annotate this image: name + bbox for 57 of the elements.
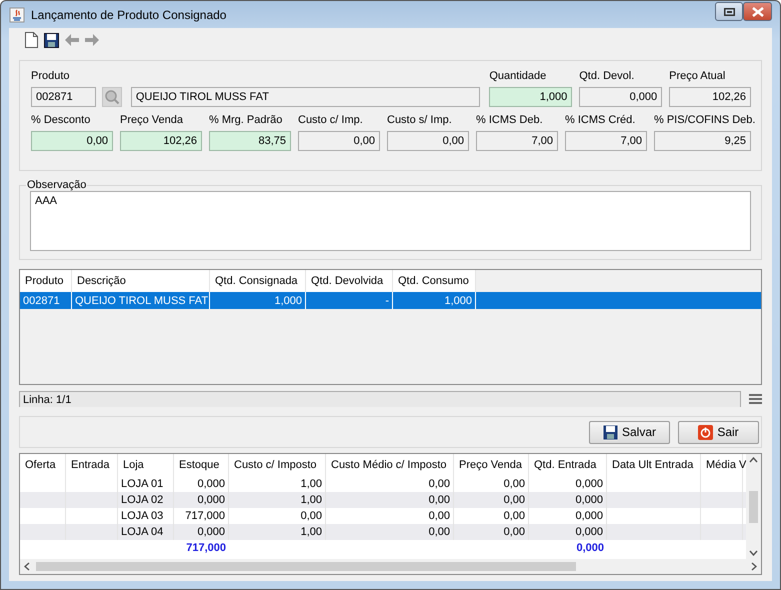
close-button[interactable] xyxy=(743,2,772,21)
vertical-scrollbar[interactable] xyxy=(746,454,761,559)
total-cell-text: 717,000 xyxy=(185,541,227,556)
number-field[interactable]: 7,00 xyxy=(476,131,558,151)
app-icon xyxy=(9,6,25,22)
restore-button[interactable] xyxy=(715,2,743,21)
number-field[interactable]: 1,000 xyxy=(489,87,572,107)
save-button[interactable]: Salvar xyxy=(589,420,670,444)
product-code-field[interactable]: 002871 xyxy=(31,87,96,107)
close-icon xyxy=(752,6,764,16)
column-header[interactable]: Descrição xyxy=(72,270,210,292)
scrollbar-thumb[interactable] xyxy=(36,562,576,571)
field-label: % Mrg. Padrão xyxy=(209,113,284,127)
save-icon xyxy=(602,424,618,440)
field-label: Preço Venda xyxy=(120,113,184,127)
number-field[interactable]: 0,00 xyxy=(31,131,113,151)
table-row[interactable]: 002871 QUEIJO TIROL MUSS FAT 1,000 - 1,000 xyxy=(20,292,761,309)
save-icon[interactable] xyxy=(44,32,59,48)
field-label: Produto xyxy=(31,69,71,83)
total-cell-text: 0,000 xyxy=(575,541,605,556)
field-label: Quantidade xyxy=(489,69,548,83)
number-field[interactable]: 7,00 xyxy=(565,131,647,151)
power-icon xyxy=(698,424,714,440)
column-header[interactable]: Qtd. Consignada xyxy=(210,270,306,292)
number-field[interactable]: 102,26 xyxy=(669,87,751,107)
product-description-field[interactable]: QUEIJO TIROL MUSS FAT xyxy=(130,87,480,107)
field-label: Preço Atual xyxy=(669,69,726,83)
number-field[interactable]: 0,000 xyxy=(579,87,662,107)
field-label: Custo c/ Imp. xyxy=(298,113,364,127)
window-title: Lançamento de Produto Consignado xyxy=(31,8,226,22)
number-field[interactable]: 0,00 xyxy=(298,131,380,151)
scrollbar-thumb[interactable] xyxy=(749,490,758,522)
column-header[interactable]: Qtd. Devolvida xyxy=(306,270,393,292)
table-cell: 1,000 xyxy=(393,292,476,309)
restore-icon xyxy=(724,8,734,16)
field-label: % Desconto xyxy=(31,113,92,127)
number-field[interactable]: 83,75 xyxy=(209,131,291,151)
column-header[interactable]: Produto xyxy=(20,270,72,292)
field-label: Qtd. Devol. xyxy=(579,69,636,83)
number-field[interactable]: 102,26 xyxy=(120,131,202,151)
number-field[interactable]: 0,00 xyxy=(387,131,469,151)
status-text: Linha: 1/1 xyxy=(19,391,741,407)
field-label: Custo s/ Imp. xyxy=(387,113,453,127)
new-document-icon[interactable] xyxy=(25,32,38,48)
table-cell: - xyxy=(306,292,393,309)
table-cell: 002871 xyxy=(20,292,72,309)
field-label: % ICMS Deb. xyxy=(476,113,544,127)
exit-button[interactable]: Sair xyxy=(678,420,759,444)
number-field[interactable]: 9,25 xyxy=(654,131,751,151)
observation-text-area[interactable]: AAA xyxy=(30,191,751,251)
table-cell: 1,000 xyxy=(210,292,306,309)
group-label: Observação xyxy=(26,179,88,191)
table-cell: QUEIJO TIROL MUSS FAT xyxy=(72,292,210,309)
horizontal-scrollbar[interactable] xyxy=(20,559,761,574)
column-header[interactable]: Qtd. Consumo xyxy=(393,270,476,292)
field-label: % ICMS Créd. xyxy=(565,113,636,127)
menu-icon[interactable] xyxy=(749,394,762,404)
